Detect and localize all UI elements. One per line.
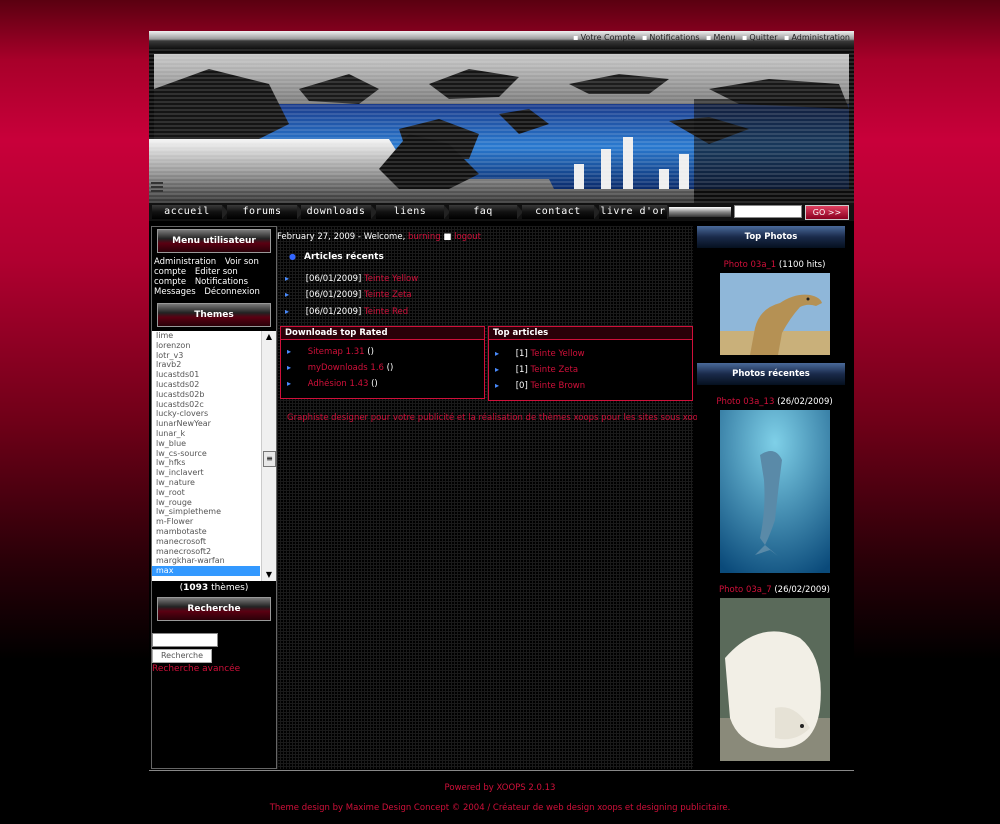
theme-list-scrollbar[interactable]: ▲ ≡ ▼ <box>261 331 276 581</box>
footer-divider <box>149 770 854 771</box>
theme-option[interactable]: lw_cs-source <box>152 449 260 459</box>
theme-option[interactable]: lw_inclavert <box>152 468 260 478</box>
search-heading: Recherche <box>157 597 271 621</box>
downloads-box: Downloads top Rated Sitemap 1.31 () myDo… <box>280 326 485 399</box>
theme-option[interactable]: max <box>152 566 260 576</box>
theme-option[interactable]: lucastds02c <box>152 400 260 410</box>
recent-article: [06/01/2009] Teinte Red <box>285 307 408 317</box>
nav-decor-bar <box>669 207 731 217</box>
recent-photos-heading: Photos récentes <box>697 363 845 385</box>
top-articles-box: Top articles [1] Teinte Yellow [1] Teint… <box>488 326 693 401</box>
theme-option[interactable]: lime <box>152 331 260 341</box>
top-article-item: [1] Teinte Zeta <box>495 365 578 375</box>
theme-option[interactable]: lw_rouge <box>152 498 260 508</box>
logout-link[interactable]: logout <box>454 232 481 242</box>
theme-option[interactable]: lw_blue <box>152 439 260 449</box>
theme-option[interactable]: lunarNewYear <box>152 419 260 429</box>
banner-image <box>149 49 854 203</box>
download-item: Sitemap 1.31 () <box>287 347 374 357</box>
theme-option[interactable]: lucastds02b <box>152 390 260 400</box>
scroll-up-icon[interactable]: ▲ <box>262 331 276 343</box>
welcome-line: February 27, 2009 - Welcome, burning ■ l… <box>277 232 481 242</box>
theme-option[interactable]: lw_root <box>152 488 260 498</box>
menu-icon <box>151 182 163 192</box>
usermenu-links: Administration Voir son compte Editer so… <box>152 253 276 297</box>
theme-option[interactable]: m-Flower <box>152 517 260 527</box>
usermenu-messages[interactable]: Messages <box>154 287 196 297</box>
toplink-menu[interactable]: Menu <box>706 33 735 42</box>
nav-downloads[interactable]: downloads <box>301 205 377 219</box>
recent-photo-caption: Photo 03a_7 (26/02/2009) <box>719 585 830 595</box>
theme-count: (1093 thèmes) <box>179 583 249 593</box>
recent-article: [06/01/2009] Teinte Zeta <box>285 290 412 300</box>
top-bar: Votre Compte Notifications Menu Quitter … <box>149 31 854 49</box>
nav-liens[interactable]: liens <box>376 205 450 219</box>
polar-bear-photo[interactable] <box>719 598 830 761</box>
header-banner <box>149 49 854 203</box>
theme-option[interactable]: lunar_k <box>152 429 260 439</box>
nav-accueil[interactable]: accueil <box>152 205 228 219</box>
theme-option[interactable]: lucky-clovers <box>152 409 260 419</box>
theme-option[interactable]: margkhar-warfan <box>152 556 260 566</box>
theme-option[interactable]: lorenzon <box>152 341 260 351</box>
theme-option[interactable]: manecrosoft2 <box>152 547 260 557</box>
nav-search-button[interactable]: GO >> <box>805 205 849 220</box>
center-column: February 27, 2009 - Welcome, burning ■ l… <box>277 226 708 769</box>
theme-option[interactable]: lw_hfks <box>152 458 260 468</box>
scroll-thumb[interactable]: ≡ <box>263 451 276 467</box>
page-container: Votre Compte Notifications Menu Quitter … <box>149 31 854 824</box>
recent-photo-caption: Photo 03a_13 (26/02/2009) <box>716 397 833 407</box>
toplink-account[interactable]: Votre Compte <box>573 33 635 42</box>
username-link[interactable]: burning <box>408 232 441 242</box>
top-links: Votre Compte Notifications Menu Quitter … <box>569 33 850 42</box>
theme-option[interactable]: mambotaste <box>152 527 260 537</box>
search-button[interactable]: Recherche <box>152 649 212 663</box>
top-article-item: [1] Teinte Yellow <box>495 349 585 359</box>
theme-credit[interactable]: Theme design by Maxime Design Concept © … <box>0 803 1000 813</box>
themes-heading: Themes <box>157 303 271 327</box>
top-photos-heading: Top Photos <box>697 226 845 248</box>
toplink-notifications[interactable]: Notifications <box>642 33 700 42</box>
nav-faq[interactable]: faq <box>449 205 523 219</box>
advanced-search-link[interactable]: Recherche avancée <box>152 664 276 674</box>
toplink-logout[interactable]: Quitter <box>742 33 778 42</box>
theme-option[interactable]: lravb2 <box>152 360 260 370</box>
nav-contact[interactable]: contact <box>522 205 600 219</box>
logout-icon: ■ <box>443 232 452 242</box>
powered-by[interactable]: Powered by XOOPS 2.0.13 <box>0 783 1000 793</box>
theme-option[interactable]: manecrosoft <box>152 537 260 547</box>
top-article-item: [0] Teinte Brown <box>495 381 585 391</box>
right-column: Top Photos Photo 03a_1 (1100 hits) Photo… <box>697 226 852 769</box>
theme-option[interactable]: lucastds01 <box>152 370 260 380</box>
promo-text[interactable]: Graphiste designer pour votre publicité … <box>287 413 708 423</box>
download-item: Adhésion 1.43 () <box>287 379 378 389</box>
nav-search-input[interactable] <box>734 205 802 218</box>
download-item: myDownloads 1.6 () <box>287 363 394 373</box>
scroll-down-icon[interactable]: ▼ <box>262 569 276 581</box>
usermenu-logout[interactable]: Déconnexion <box>204 287 259 297</box>
nav-forums[interactable]: forums <box>227 205 303 219</box>
theme-select-list[interactable]: lime lorenzon lotr_v3 lravb2 lucastds01 lucas… <box>152 331 276 581</box>
theme-option[interactable]: lw_simpletheme <box>152 507 260 517</box>
theme-option[interactable]: lucastds02 <box>152 380 260 390</box>
toplink-admin[interactable]: Administration <box>784 33 850 42</box>
top-articles-box-title: Top articles <box>489 327 692 340</box>
main-nav: accueil forums downloads liens faq conta… <box>149 203 854 221</box>
theme-option[interactable]: lw_nature <box>152 478 260 488</box>
theme-option[interactable]: lotr_v3 <box>152 351 260 361</box>
date-welcome: February 27, 2009 - Welcome, <box>277 232 406 242</box>
top-photo-caption: Photo 03a_1 (1100 hits) <box>723 260 826 270</box>
downloads-box-title: Downloads top Rated <box>281 327 484 340</box>
usermenu-heading: Menu utilisateur <box>157 229 271 253</box>
search-input[interactable] <box>152 633 218 647</box>
recent-articles-title: Articles récents <box>289 252 384 262</box>
left-column: Menu utilisateur Administration Voir son… <box>151 226 277 769</box>
nav-livre-dor[interactable]: livre d'or <box>599 205 673 219</box>
camel-photo[interactable] <box>719 273 830 355</box>
dolphin-photo[interactable] <box>719 410 830 573</box>
recent-article: [06/01/2009] Teinte Yellow <box>285 274 419 284</box>
usermenu-admin[interactable]: Administration <box>154 257 216 267</box>
usermenu-notifications[interactable]: Notifications <box>195 277 248 287</box>
